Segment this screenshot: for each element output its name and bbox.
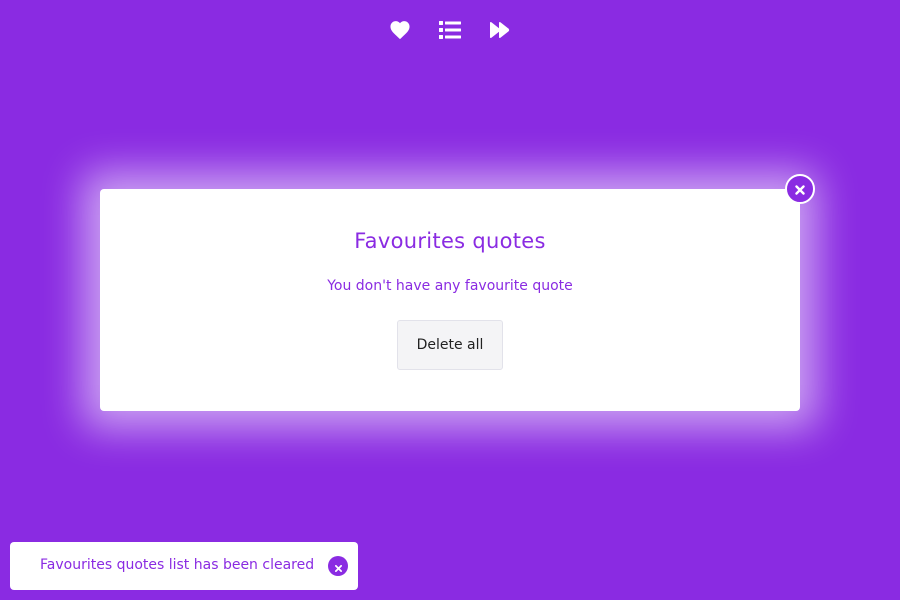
empty-message: You don't have any favourite quote [327,278,573,294]
toast-notification: Favourites quotes list has been cleared [10,542,358,590]
favourites-button[interactable] [388,18,412,42]
delete-all-button[interactable]: Delete all [397,320,503,370]
top-nav [0,18,900,42]
fast-forward-icon [489,21,511,39]
list-button[interactable] [438,18,462,42]
close-icon [334,557,342,576]
next-quote-button[interactable] [488,18,512,42]
modal-title: Favourites quotes [354,229,546,253]
toast-close-button[interactable] [328,556,348,576]
heart-icon [389,20,411,40]
modal-close-button[interactable] [785,174,815,204]
toast-message: Favourites quotes list has been cleared [40,557,315,573]
close-icon [795,180,805,199]
list-icon [439,20,461,40]
favourites-modal: Favourites quotes You don't have any fav… [100,174,815,411]
